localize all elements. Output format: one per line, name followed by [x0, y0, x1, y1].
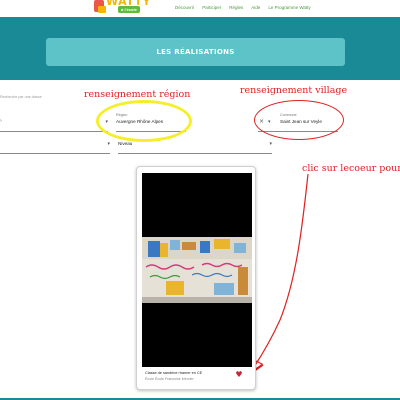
nav-link-decouvrir[interactable]: Découvrir [175, 5, 194, 10]
card-title: Classe de sandrine rhamer en CE [145, 371, 203, 375]
heart-annotation: clic sur lecoeur pour [302, 163, 400, 174]
village-annotation: renseignement village [240, 85, 348, 96]
logo-mark-accent-icon [98, 6, 106, 13]
village-highlight-ellipse [254, 100, 344, 140]
page-title: LES RÉALISATIONS [156, 48, 235, 56]
watty-logo[interactable]: WATTY à l'école [94, 0, 151, 17]
nav-link-aide[interactable]: Aide [251, 5, 260, 10]
chevron-down-icon[interactable]: ▾ [107, 141, 110, 147]
page-banner: LES RÉALISATIONS [0, 17, 400, 80]
video-thumbnail [142, 237, 252, 303]
logo-subtext: à l'école [118, 6, 140, 13]
region-annotation: renseignement région [84, 89, 191, 100]
class-search-hint: Recherche par une classe [0, 95, 42, 99]
chevron-down-icon[interactable]: ▾ [269, 141, 272, 147]
nav-link-regles[interactable]: Règles [229, 5, 243, 10]
nav-link-participer[interactable]: Participer [202, 5, 221, 10]
main-nav: Découvrir Participer Règles Aide Le Prog… [175, 5, 311, 10]
niveau-label: Niveau [118, 141, 133, 146]
region-highlight-ellipse [96, 100, 192, 142]
heart-icon[interactable]: ♥ [234, 370, 244, 380]
class-search-field[interactable]: › ▾ [0, 112, 108, 132]
field-edge-marker: › [0, 118, 2, 124]
filter-select-left[interactable]: ▾ [0, 134, 110, 154]
nav-link-programme[interactable]: Le Programme Watty [268, 5, 310, 10]
realisation-card[interactable]: Classe de sandrine rhamer en CE École Éc… [136, 166, 256, 390]
banner-title-box: LES RÉALISATIONS [46, 38, 345, 66]
top-nav-bar: WATTY à l'école Découvrir Participer Règ… [0, 0, 400, 17]
card-school: École École Francoise Mercier [145, 377, 194, 381]
annotation-arrow-icon [248, 173, 309, 375]
video-player[interactable] [142, 173, 252, 367]
